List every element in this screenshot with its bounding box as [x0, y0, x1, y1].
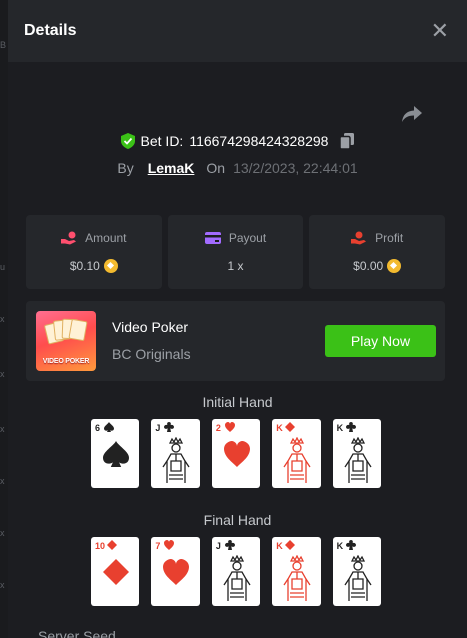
- playing-card: K: [332, 419, 382, 488]
- background-text-fragment: B: [0, 40, 7, 50]
- heart-pip-icon: [223, 441, 250, 467]
- card-rank: 2: [215, 423, 221, 433]
- game-info: VIDEO POKER Video Poker BC Originals Pla…: [26, 301, 445, 381]
- face-card-figure-icon: [283, 437, 311, 483]
- bet-details-modal: Details ✕ Bet ID: 116674298424328298 By …: [8, 0, 467, 638]
- playing-card: J: [211, 537, 261, 606]
- background-text-fragment: u: [0, 262, 6, 272]
- background-text-fragment: x: [0, 476, 5, 486]
- video-poker-thumbnail[interactable]: VIDEO POKER: [36, 311, 96, 371]
- background-text-fragment: x: [0, 314, 5, 324]
- heart-suit-icon: [224, 422, 235, 432]
- diamond-pip-icon: [103, 559, 129, 585]
- card-rank: J: [155, 423, 161, 433]
- wallet-card-icon: [204, 232, 221, 244]
- payout-value: 1 x: [227, 259, 244, 273]
- heart-suit-icon: [164, 540, 175, 550]
- playing-card: 6: [91, 419, 140, 488]
- profit-label: Profit: [375, 231, 404, 245]
- card-rank: K: [276, 541, 283, 551]
- playing-card: 7: [151, 537, 200, 606]
- amount-label: Amount: [85, 231, 127, 245]
- profit-hand-icon: [351, 231, 367, 245]
- card-rank: K: [336, 541, 344, 551]
- heart-pip-icon: [163, 559, 190, 585]
- bet-stats: Amount $0.10 Payout 1 x Profit $0.00: [26, 215, 446, 289]
- copy-icon[interactable]: [340, 133, 355, 149]
- card-rank: K: [276, 423, 283, 433]
- initial-hand-title: Initial Hand: [202, 394, 273, 410]
- modal-title: Details: [24, 22, 77, 39]
- club-suit-icon: [164, 422, 175, 432]
- playing-card: 10: [91, 537, 140, 606]
- playing-card: J: [151, 419, 200, 488]
- diamond-suit-icon: [107, 540, 117, 550]
- face-card-figure-icon: [162, 437, 190, 483]
- bnb-coin-icon: [103, 259, 118, 273]
- bnb-coin-icon: [387, 259, 402, 273]
- club-suit-icon: [345, 422, 356, 432]
- card-rank: K: [336, 423, 344, 433]
- face-card-figure-icon: [344, 555, 372, 601]
- amount-value: $0.10: [69, 259, 100, 273]
- modal-header: Details ✕: [8, 0, 467, 62]
- close-icon[interactable]: ✕: [431, 20, 449, 42]
- bet-hand-icon: [61, 231, 77, 245]
- user-link[interactable]: LemaK: [148, 160, 195, 176]
- spade-suit-icon: [104, 422, 114, 432]
- background-text-fragment: x: [0, 424, 5, 434]
- playing-card: K: [332, 537, 382, 606]
- playing-card: K: [272, 537, 321, 606]
- background-text-fragment: x: [0, 369, 5, 379]
- stat-profit: Profit $0.00: [309, 215, 446, 289]
- card-rank: 6: [95, 423, 101, 433]
- stat-amount: Amount $0.10: [26, 215, 162, 289]
- on-label: On: [206, 160, 226, 176]
- play-now-button[interactable]: Play Now: [325, 325, 436, 357]
- club-suit-icon: [224, 540, 235, 550]
- playing-card: 2: [211, 419, 261, 488]
- share-icon[interactable]: [401, 104, 423, 124]
- background-text-fragment: x: [0, 580, 5, 590]
- payout-label: Payout: [228, 231, 267, 245]
- spade-pip-icon: [103, 441, 129, 467]
- diamond-suit-icon: [285, 540, 296, 550]
- face-card-figure-icon: [344, 437, 372, 483]
- face-card-figure-icon: [223, 555, 251, 601]
- by-label: By: [117, 160, 134, 176]
- verified-shield-icon: [120, 133, 135, 149]
- bet-author-row: By LemaK On 13/2/2023, 22:44:01: [8, 160, 467, 176]
- bet-id-label: Bet ID:: [140, 133, 184, 149]
- final-hand-cards: 10 7 J K K: [91, 537, 382, 606]
- thumbnail-logo-text: VIDEO POKER: [42, 358, 90, 365]
- final-hand-title: Final Hand: [203, 512, 272, 528]
- game-name: Video Poker: [112, 319, 189, 335]
- initial-hand-cards: 6 J 2 K K: [91, 419, 382, 488]
- card-rank: 10: [95, 541, 106, 551]
- bet-id-row: Bet ID: 116674298424328298: [8, 133, 467, 149]
- bet-id-value: 116674298424328298: [189, 133, 329, 149]
- club-suit-icon: [345, 540, 356, 550]
- bet-date: 13/2/2023, 22:44:01: [233, 160, 358, 176]
- profit-value: $0.00: [353, 259, 384, 273]
- card-rank: J: [215, 541, 221, 551]
- game-provider: BC Originals: [112, 346, 191, 362]
- face-card-figure-icon: [283, 555, 311, 601]
- stat-payout: Payout 1 x: [167, 215, 304, 289]
- diamond-suit-icon: [285, 422, 296, 432]
- playing-card: K: [272, 419, 321, 488]
- server-seed-heading: Server Seed: [38, 628, 116, 638]
- card-rank: 7: [155, 541, 161, 551]
- background-text-fragment: x: [0, 528, 5, 538]
